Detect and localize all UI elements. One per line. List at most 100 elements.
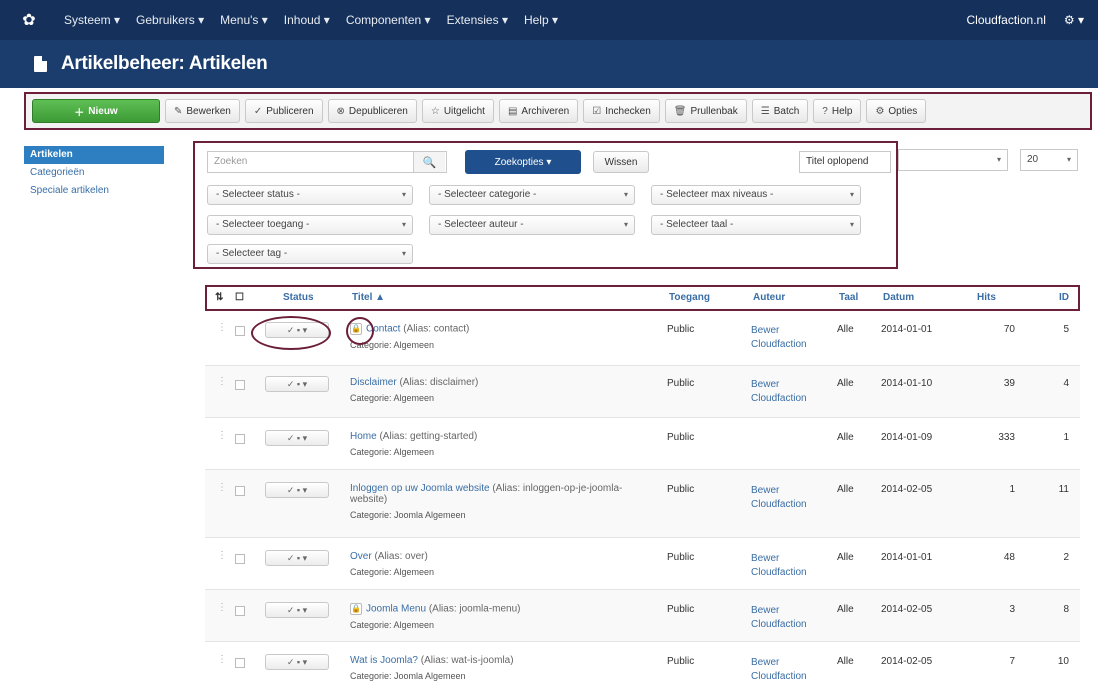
batch-button[interactable]: ☰ Batch xyxy=(751,99,809,123)
status-toggle[interactable]: ✓ ▪ ▾ xyxy=(265,602,329,618)
article-link[interactable]: Joomla Menu xyxy=(366,604,426,615)
menu-users[interactable]: Gebruikers ▾ xyxy=(136,13,204,27)
row-checkbox[interactable] xyxy=(235,606,245,616)
sidebar-item-categories[interactable]: Categorieën xyxy=(24,164,164,182)
header-status[interactable]: Status xyxy=(283,292,314,303)
article-link[interactable]: Wat is Joomla? xyxy=(350,655,418,666)
drag-handle-icon[interactable]: ⋮ xyxy=(217,482,227,493)
status-filter[interactable]: - Selecteer status - ▾ xyxy=(207,185,413,205)
menu-components[interactable]: Componenten ▾ xyxy=(346,13,431,27)
header-language[interactable]: Taal xyxy=(839,292,858,303)
author-link[interactable]: Bewer Cloudfaction xyxy=(751,378,821,406)
category-filter[interactable]: - Selecteer categorie - ▾ xyxy=(429,185,635,205)
article-link[interactable]: Inloggen op uw Joomla website xyxy=(350,483,490,494)
search-input[interactable]: Zoeken xyxy=(207,151,447,173)
sort-handle-header[interactable]: ⇅ xyxy=(215,292,223,303)
row-checkbox[interactable] xyxy=(235,326,245,336)
tag-filter[interactable]: - Selecteer tag - ▾ xyxy=(207,244,413,264)
menu-extensions[interactable]: Extensies ▾ xyxy=(447,13,508,27)
article-title: Inloggen op uw Joomla website (Alias: in… xyxy=(350,483,650,520)
row-checkbox[interactable] xyxy=(235,554,245,564)
sidebar-item-featured[interactable]: Speciale artikelen xyxy=(24,182,164,200)
checkin-button[interactable]: ☑ Inchecken xyxy=(583,99,660,123)
status-toggle[interactable]: ✓ ▪ ▾ xyxy=(265,482,329,498)
row-checkbox[interactable] xyxy=(235,380,245,390)
highlight-circle-lock xyxy=(346,317,374,345)
table-row: ⋮ ✓ ▪ ▾ 🔒 Contact (Alias: contact) Categor… xyxy=(205,314,1080,366)
publish-button[interactable]: ✓ Publiceren xyxy=(244,99,323,123)
drag-handle-icon[interactable]: ⋮ xyxy=(217,654,227,665)
article-link[interactable]: Disclaimer xyxy=(350,377,397,388)
max-levels-filter[interactable]: - Selecteer max niveaus - ▾ xyxy=(651,185,861,205)
settings-gear-icon[interactable]: ⚙ ▾ xyxy=(1064,13,1084,27)
status-toggle[interactable]: ✓ ▪ ▾ xyxy=(265,654,329,670)
plus-icon: ＋ xyxy=(74,107,85,119)
toolbar: ＋ Nieuw ✎ Bewerken ✓ Publiceren ⊗ Depublicer… xyxy=(24,92,1092,130)
status-toggle[interactable]: ✓ ▪ ▾ xyxy=(265,430,329,446)
id-cell: 11 xyxy=(1058,484,1069,495)
search-icon[interactable]: 🔍 xyxy=(413,152,445,172)
header-hits[interactable]: Hits xyxy=(977,292,996,303)
drag-handle-icon[interactable]: ⋮ xyxy=(217,322,227,333)
status-toggle[interactable]: ✓ ▪ ▾ xyxy=(265,550,329,566)
article-category: Categorie: Algemeen xyxy=(350,620,435,630)
feature-button[interactable]: ☆ Uitgelicht xyxy=(421,99,494,123)
author-link[interactable]: Bewer Cloudfaction xyxy=(751,656,821,684)
ordering-select[interactable]: ▾ xyxy=(898,149,1008,171)
limit-select[interactable]: 20 ▾ xyxy=(1020,149,1078,171)
batch-label: Batch xyxy=(773,105,800,117)
drag-handle-icon[interactable]: ⋮ xyxy=(217,550,227,561)
header-date[interactable]: Datum xyxy=(883,292,914,303)
unpublish-button[interactable]: ⊗ Depubliceren xyxy=(327,99,417,123)
hits-cell: 48 xyxy=(1003,552,1015,563)
site-link[interactable]: Cloudfaction.nl xyxy=(966,13,1045,27)
options-button[interactable]: ⚙ Opties xyxy=(866,99,927,123)
new-button[interactable]: ＋ Nieuw xyxy=(32,99,160,123)
edit-button[interactable]: ✎ Bewerken xyxy=(165,99,240,123)
access-cell: Public xyxy=(667,484,695,495)
id-cell: 10 xyxy=(1057,656,1069,667)
status-toggle[interactable]: ✓ ▪ ▾ xyxy=(265,376,329,392)
row-checkbox[interactable] xyxy=(235,434,245,444)
sort-select[interactable]: Titel oplopend xyxy=(799,151,891,173)
menu-content[interactable]: Inhoud ▾ xyxy=(284,13,330,27)
article-link[interactable]: Home xyxy=(350,431,377,442)
access-filter-label: - Selecteer toegang - xyxy=(216,219,310,230)
article-link[interactable]: Over xyxy=(350,551,372,562)
help-button[interactable]: ? Help xyxy=(813,99,862,123)
trash-icon: 🗑 xyxy=(673,105,687,117)
trash-button[interactable]: 🗑 Prullenbak xyxy=(664,99,747,123)
sidebar-item-articles[interactable]: Artikelen xyxy=(24,146,164,164)
header-title[interactable]: Titel ▲ xyxy=(352,292,385,303)
language-filter[interactable]: - Selecteer taal - ▾ xyxy=(651,215,861,235)
access-filter[interactable]: - Selecteer toegang - ▾ xyxy=(207,215,413,235)
author-link[interactable]: Bewer Cloudfaction xyxy=(751,324,821,352)
menu-help[interactable]: Help ▾ xyxy=(524,13,558,27)
access-cell: Public xyxy=(667,604,695,615)
archive-button[interactable]: ▤ Archiveren xyxy=(498,99,579,123)
top-navbar: ✿ Systeem ▾ Gebruikers ▾ Menu's ▾ Inhoud… xyxy=(0,0,1098,40)
author-filter[interactable]: - Selecteer auteur - ▾ xyxy=(429,215,635,235)
search-tools-button[interactable]: Zoekopties ▾ xyxy=(465,150,581,174)
date-cell: 2014-02-05 xyxy=(881,484,933,495)
clear-button[interactable]: Wissen xyxy=(593,151,649,173)
select-all-checkbox[interactable]: ☐ xyxy=(235,292,244,303)
row-checkbox[interactable] xyxy=(235,658,245,668)
menu-system[interactable]: Systeem ▾ xyxy=(64,13,120,27)
drag-handle-icon[interactable]: ⋮ xyxy=(217,376,227,387)
header-id[interactable]: ID xyxy=(1059,292,1069,303)
date-cell: 2014-01-01 xyxy=(881,552,933,563)
row-checkbox[interactable] xyxy=(235,486,245,496)
menu-menus[interactable]: Menu's ▾ xyxy=(220,13,268,27)
header-access[interactable]: Toegang xyxy=(669,292,710,303)
article-title: Wat is Joomla? (Alias: wat-is-joomla) Cat… xyxy=(350,655,514,681)
lock-icon[interactable]: 🔒 xyxy=(350,603,362,615)
author-link[interactable]: Bewer Cloudfaction xyxy=(751,484,821,512)
header-author[interactable]: Auteur xyxy=(753,292,785,303)
author-link[interactable]: Bewer Cloudfaction xyxy=(751,604,821,632)
drag-handle-icon[interactable]: ⋮ xyxy=(217,602,227,613)
access-cell: Public xyxy=(667,552,695,563)
joomla-logo-icon[interactable]: ✿ xyxy=(14,10,44,30)
author-link[interactable]: Bewer Cloudfaction xyxy=(751,552,821,580)
drag-handle-icon[interactable]: ⋮ xyxy=(217,430,227,441)
